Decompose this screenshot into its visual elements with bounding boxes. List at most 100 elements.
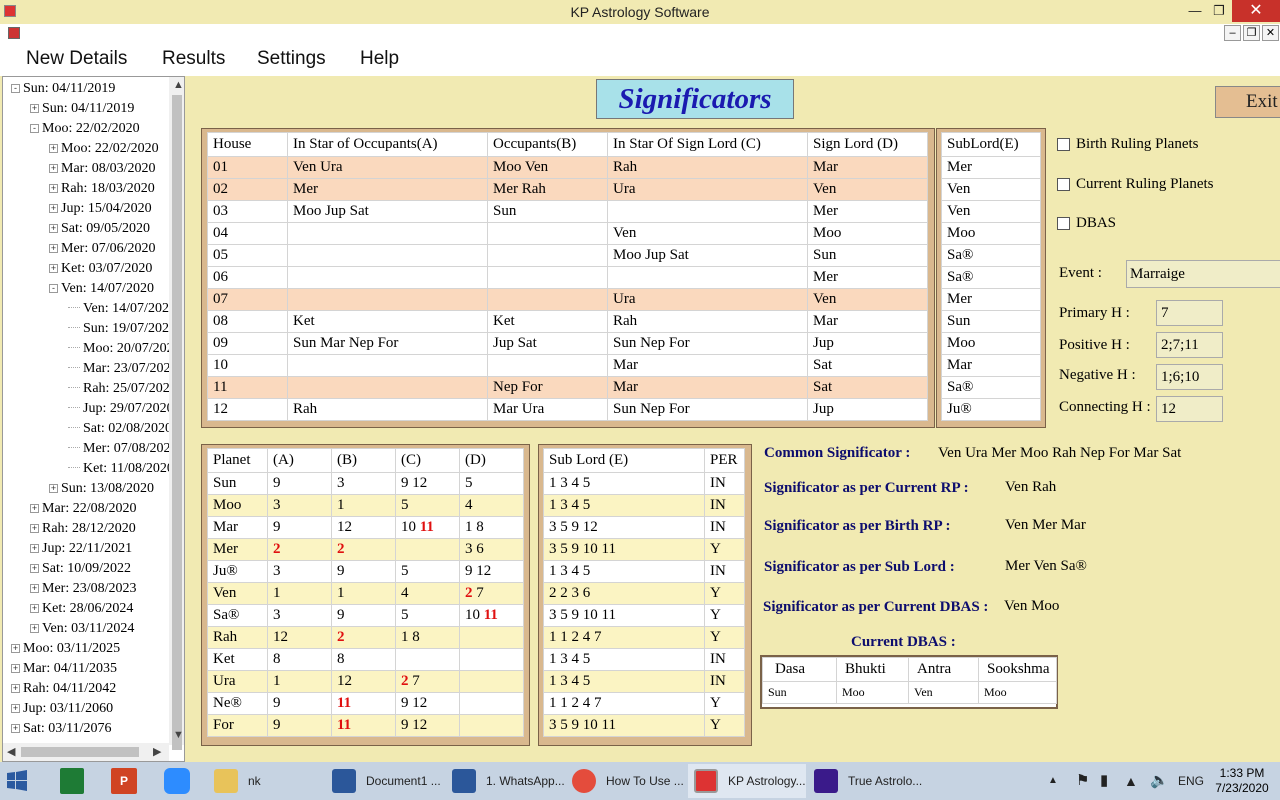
- tree-vertical-scrollbar[interactable]: ▲ ▼: [169, 77, 184, 750]
- tree-node[interactable]: + Rah: 28/12/2020: [30, 519, 136, 539]
- calculator-icon[interactable]: [60, 768, 84, 794]
- expand-icon[interactable]: +: [49, 164, 58, 173]
- tree-node[interactable]: + Sat: 10/09/2022: [30, 559, 131, 579]
- expand-icon[interactable]: +: [30, 504, 39, 513]
- tree-node[interactable]: - Sun: 04/11/2019: [11, 79, 115, 99]
- hscroll-thumb[interactable]: [21, 747, 139, 757]
- tree-node[interactable]: + Jup: 15/04/2020: [49, 199, 152, 219]
- tree-node[interactable]: + Sat: 03/11/2076: [11, 719, 112, 739]
- collapse-icon[interactable]: -: [30, 124, 39, 133]
- expand-icon[interactable]: +: [30, 544, 39, 553]
- close-button[interactable]: ✕: [1232, 0, 1280, 22]
- tree-node[interactable]: Ven: 14/07/2020: [68, 299, 176, 319]
- scroll-right-icon[interactable]: ▶: [153, 745, 161, 758]
- powerpoint-icon[interactable]: P: [111, 768, 137, 794]
- tree-node[interactable]: + Jup: 22/11/2021: [30, 539, 132, 559]
- tree-node[interactable]: + Ket: 28/06/2024: [30, 599, 133, 619]
- task-word-document1[interactable]: Document1 ...: [326, 764, 442, 798]
- expand-icon[interactable]: +: [30, 604, 39, 613]
- action-center-flag-icon[interactable]: ⚑: [1076, 762, 1089, 800]
- tree-node[interactable]: + Ket: 03/07/2020: [49, 259, 152, 279]
- tree-node[interactable]: - Moo: 22/02/2020: [30, 119, 140, 139]
- task-word-whatsapp[interactable]: 1. WhatsApp...: [446, 764, 564, 798]
- tree-node[interactable]: Rah: 25/07/2020: [68, 379, 177, 399]
- expand-icon[interactable]: +: [11, 724, 20, 733]
- task-kp-astrology[interactable]: KP Astrology...: [688, 764, 806, 798]
- expand-icon[interactable]: +: [49, 264, 58, 273]
- expand-icon[interactable]: +: [49, 204, 58, 213]
- menu-results[interactable]: Results: [162, 48, 225, 70]
- tree-node[interactable]: + Sun: 13/08/2020: [49, 479, 154, 499]
- clock[interactable]: 1:33 PM 7/23/2020: [1208, 766, 1276, 796]
- collapse-icon[interactable]: -: [49, 284, 58, 293]
- restore-button[interactable]: ❐: [1204, 0, 1234, 22]
- tree-node[interactable]: + Rah: 18/03/2020: [49, 179, 155, 199]
- tree-node[interactable]: + Jup: 03/11/2060: [11, 699, 113, 719]
- tree-node[interactable]: Mar: 23/07/2020: [68, 359, 178, 379]
- connecting-house-input[interactable]: 12: [1156, 396, 1223, 422]
- tree-node[interactable]: + Moo: 03/11/2025: [11, 639, 120, 659]
- positive-house-input[interactable]: 2;7;11: [1156, 332, 1223, 358]
- task-true-astrology[interactable]: True Astrolo...: [808, 764, 926, 798]
- expand-icon[interactable]: +: [30, 524, 39, 533]
- expand-icon[interactable]: +: [30, 564, 39, 573]
- child-restore-button[interactable]: ❐: [1243, 25, 1260, 41]
- tree-node[interactable]: + Moo: 22/02/2020: [49, 139, 159, 159]
- expand-icon[interactable]: +: [49, 144, 58, 153]
- tree-horizontal-scrollbar[interactable]: ◀ ▶: [3, 743, 169, 761]
- scroll-left-icon[interactable]: ◀: [7, 745, 15, 758]
- battery-icon[interactable]: ▮: [1100, 762, 1108, 800]
- dbas-checkbox[interactable]: [1057, 217, 1070, 230]
- network-signal-icon[interactable]: ▲: [1124, 762, 1138, 800]
- expand-icon[interactable]: +: [30, 624, 39, 633]
- expand-icon[interactable]: +: [11, 704, 20, 713]
- tree-node[interactable]: Sun: 19/07/2020: [68, 319, 176, 339]
- tree-node[interactable]: + Mar: 04/11/2035: [11, 659, 117, 679]
- event-dropdown[interactable]: Marraige: [1126, 260, 1280, 288]
- expand-icon[interactable]: +: [49, 184, 58, 193]
- primary-house-input[interactable]: 7: [1156, 300, 1223, 326]
- birth-ruling-planets-checkbox[interactable]: [1057, 138, 1070, 151]
- expand-icon[interactable]: +: [49, 244, 58, 253]
- scroll-down-icon[interactable]: ▼: [173, 729, 184, 741]
- menu-new-details[interactable]: New Details: [26, 48, 127, 70]
- volume-icon[interactable]: 🔈: [1150, 762, 1169, 800]
- menu-help[interactable]: Help: [360, 48, 399, 70]
- show-hidden-icons-icon[interactable]: ▲: [1048, 762, 1058, 800]
- tree-node[interactable]: + Mer: 07/06/2020: [49, 239, 156, 259]
- expand-icon[interactable]: +: [11, 684, 20, 693]
- tree-node[interactable]: Jup: 29/07/2020: [68, 399, 174, 419]
- scroll-up-icon[interactable]: ▲: [173, 79, 184, 91]
- tree-node[interactable]: - Ven: 14/07/2020: [49, 279, 154, 299]
- expand-icon[interactable]: +: [11, 644, 20, 653]
- negative-house-input[interactable]: 1;6;10: [1156, 364, 1223, 390]
- task-folder[interactable]: nk: [208, 764, 320, 798]
- collapse-icon[interactable]: -: [11, 84, 20, 93]
- tree-node[interactable]: Mer: 07/08/2020: [68, 439, 178, 459]
- expand-icon[interactable]: +: [11, 664, 20, 673]
- tree-node[interactable]: + Sun: 04/11/2019: [30, 99, 134, 119]
- tree-node[interactable]: + Mer: 23/08/2023: [30, 579, 137, 599]
- zoom-icon[interactable]: [164, 768, 190, 794]
- exit-button[interactable]: Exit: [1215, 86, 1280, 118]
- task-chrome[interactable]: How To Use ...: [566, 764, 686, 798]
- current-ruling-planets-checkbox[interactable]: [1057, 178, 1070, 191]
- tree-node[interactable]: + Mar: 22/08/2020: [30, 499, 137, 519]
- expand-icon[interactable]: +: [30, 104, 39, 113]
- language-indicator[interactable]: ENG: [1178, 762, 1204, 800]
- tree-node[interactable]: Ket: 11/08/2020: [68, 459, 174, 479]
- child-minimize-button[interactable]: –: [1224, 25, 1241, 41]
- tree-node[interactable]: Moo: 20/07/2020: [68, 339, 181, 359]
- scroll-thumb[interactable]: [172, 95, 182, 750]
- expand-icon[interactable]: +: [49, 484, 58, 493]
- expand-icon[interactable]: +: [30, 584, 39, 593]
- tree-node[interactable]: Sat: 02/08/2020: [68, 419, 172, 439]
- tree-node[interactable]: + Sat: 09/05/2020: [49, 219, 150, 239]
- tree-node[interactable]: + Ven: 03/11/2024: [30, 619, 134, 639]
- tree-node[interactable]: + Mar: 08/03/2020: [49, 159, 156, 179]
- child-close-button[interactable]: ✕: [1262, 25, 1279, 41]
- menu-settings[interactable]: Settings: [257, 48, 326, 70]
- expand-icon[interactable]: +: [49, 224, 58, 233]
- start-button[interactable]: [6, 770, 28, 792]
- tree-node[interactable]: + Rah: 04/11/2042: [11, 679, 116, 699]
